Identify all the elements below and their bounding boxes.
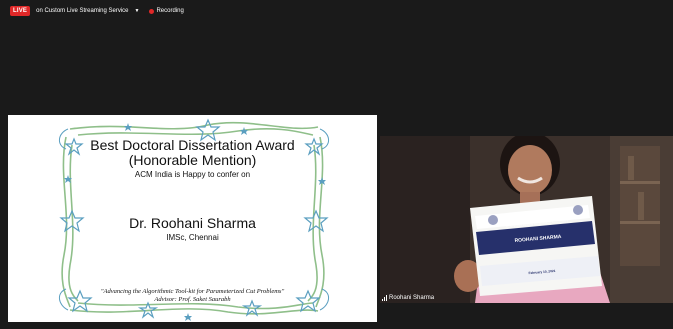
shared-screen-slide: Best Doctoral Dissertation Award (Honora…	[8, 115, 377, 322]
recording-label: Recording	[156, 8, 184, 14]
signal-strength-icon	[382, 295, 387, 301]
recipient-name: Dr. Roohani Sharma	[129, 215, 256, 231]
award-subtitle: (Honorable Mention)	[128, 152, 257, 168]
participant-name: Roohani Sharma	[389, 295, 435, 301]
award-title: Best Doctoral Dissertation Award	[90, 137, 295, 153]
confer-text: ACM India is Happy to confer on	[134, 170, 251, 179]
recording-indicator: Recording	[149, 8, 184, 14]
thesis-title: "Advancing the Algorithmic Tool-kit for …	[100, 288, 285, 295]
live-badge: LIVE	[10, 6, 31, 16]
record-dot-icon	[149, 8, 155, 14]
chevron-down-icon[interactable]: ▼	[135, 8, 140, 14]
participant-video[interactable]: ACM India Doctoral Dissertation Award 20…	[380, 136, 673, 303]
stream-service-dropdown[interactable]: on Custom Live Streaming Service	[36, 8, 128, 14]
recipient-affiliation: IMSc, Chennai	[166, 233, 219, 242]
advisor-line: Advisor: Prof. Saket Saurabh	[154, 296, 231, 303]
stream-status-bar: LIVE on Custom Live Streaming Service ▼ …	[0, 0, 673, 22]
participant-name-tag: Roohani Sharma	[380, 293, 434, 303]
video-scene	[380, 136, 673, 303]
